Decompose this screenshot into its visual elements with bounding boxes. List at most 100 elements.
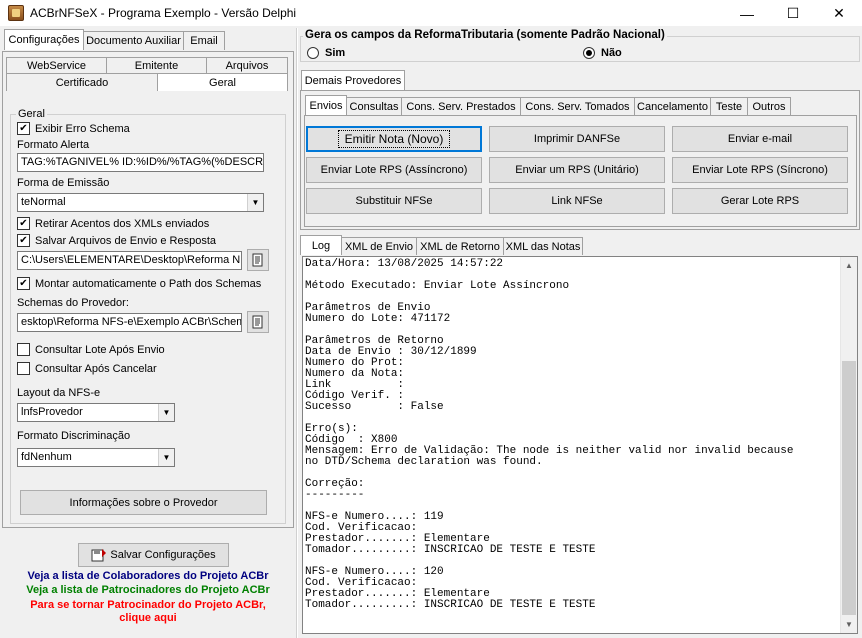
radio-sim-dot[interactable] [307,47,319,59]
consultar-lote-checkbox[interactable]: Consultar Lote Após Envio [17,343,165,356]
formato-discriminacao-label: Formato Discriminação [17,430,131,442]
salvar-arquivos-checkbox[interactable]: ✔ Salvar Arquivos de Envio e Resposta [17,234,216,247]
log-line: Correção: [305,478,365,490]
browse-path-button[interactable] [247,249,269,271]
link-nfse-button[interactable]: Link NFSe [489,188,665,214]
imprimir-danfse-button[interactable]: Imprimir DANFSe [489,126,665,152]
tab-teste[interactable]: Teste [710,97,748,115]
log-text: Data/Hora: 13/08/2025 14:57:22 Método Ex… [305,259,839,611]
log-memo[interactable]: Data/Hora: 13/08/2025 14:57:22 Método Ex… [302,256,858,634]
tab-cons-serv-prestados[interactable]: Cons. Serv. Prestados [401,97,521,115]
tab-email[interactable]: Email [183,31,225,50]
radio-nao-dot[interactable] [583,47,595,59]
forma-emissao-select[interactable]: teNormal ▼ [17,193,264,212]
chevron-down-icon[interactable]: ▼ [158,449,174,466]
tab-xml-envio[interactable]: XML de Envio [341,237,417,255]
minimize-button[interactable]: — [724,0,770,27]
chevron-down-icon[interactable]: ▼ [247,194,263,211]
browse-schemas-button[interactable] [247,311,269,333]
save-icon [91,549,107,562]
link-clique-aqui[interactable]: clique aqui [0,612,296,624]
checkbox-retirar-acentos[interactable]: ✔ [17,217,30,230]
schemas-provedor-input[interactable]: esktop\Reforma NFS-e\Exemplo ACBr\Schema… [17,313,242,332]
scroll-up-icon[interactable]: ▲ [841,257,857,274]
link-colaboradores[interactable]: Veja a lista de Colaboradores do Projeto… [0,570,296,582]
tab-cons-serv-tomados[interactable]: Cons. Serv. Tomados [520,97,635,115]
tab-geral[interactable]: Geral [157,73,288,91]
checkbox-consultar-cancelar[interactable] [17,362,30,375]
exibir-erro-schema-checkbox[interactable]: ✔ Exibir Erro Schema [17,122,130,135]
checkbox-exibir-erro[interactable]: ✔ [17,122,30,135]
action-tabs: Envios Consultas Cons. Serv. Prestados C… [305,95,791,115]
formato-alerta-label: Formato Alerta [17,139,90,151]
formato-discriminacao-select[interactable]: fdNenhum ▼ [17,448,175,467]
log-line: Sucesso : False [305,401,444,413]
tab-arquivos[interactable]: Arquivos [206,57,288,73]
tab-documento-auxiliar[interactable]: Documento Auxiliar [83,31,184,50]
scroll-down-icon[interactable]: ▼ [841,616,857,633]
tab-outros[interactable]: Outros [747,97,791,115]
tab-demais-provedores[interactable]: Demais Provedores [301,70,405,90]
tab-xml-retorno[interactable]: XML de Retorno [416,237,504,255]
tab-consultas[interactable]: Consultas [346,97,402,115]
splitter[interactable] [296,28,298,638]
folder-icon [252,253,263,267]
enviar-lote-assincrono-button[interactable]: Enviar Lote RPS (Assíncrono) [306,157,482,183]
radio-nao[interactable]: Não [583,47,622,59]
provider-tabs: Demais Provedores [301,70,405,90]
layout-nfse-label: Layout da NFS-e [17,387,101,399]
path-salvar-input[interactable]: C:\Users\ELEMENTARE\Desktop\Reforma NFS- [17,251,242,270]
config-subtabs-row1: WebService Emitente Arquivos [6,57,288,73]
emitir-nota-button[interactable]: Emitir Nota (Novo) [306,126,482,152]
log-line: Tomador.........: INSCRICAO DE TESTE E T… [305,599,596,611]
enviar-rps-unitario-button[interactable]: Enviar um RPS (Unitário) [489,157,665,183]
formato-alerta-input[interactable]: TAG:%TAGNIVEL% ID:%ID%/%TAG%(%DESCRI [17,153,264,172]
window-title: ACBrNFSeX - Programa Exemplo - Versão De… [30,6,297,20]
log-line: Numero do Lote: 471172 [305,313,451,325]
tab-configuracoes[interactable]: Configurações [4,29,84,50]
log-line: Data/Hora: 13/08/2025 14:57:22 [305,258,504,270]
config-subtabs-row2: Certificado Geral [6,73,288,91]
tab-envios[interactable]: Envios [305,95,347,115]
checkbox-montar-path[interactable]: ✔ [17,277,30,290]
montar-path-checkbox[interactable]: ✔ Montar automaticamente o Path dos Sche… [17,277,261,290]
tab-log[interactable]: Log [300,235,342,255]
chevron-down-icon[interactable]: ▼ [158,404,174,421]
layout-nfse-select[interactable]: lnfsProvedor ▼ [17,403,175,422]
log-line: no DTD/Schema declaration was found. [305,456,543,468]
tab-cancelamento[interactable]: Cancelamento [634,97,711,115]
schemas-provedor-label: Schemas do Provedor: [17,297,129,309]
scroll-thumb[interactable] [842,361,856,615]
info-provedor-button[interactable]: Informações sobre o Provedor [20,490,267,515]
checkbox-salvar-arquivos[interactable]: ✔ [17,234,30,247]
link-patrocinadores[interactable]: Veja a lista de Patrocinadores do Projet… [0,584,296,596]
enviar-lote-sincrono-button[interactable]: Enviar Lote RPS (Síncrono) [672,157,848,183]
close-button[interactable]: ✕ [816,0,862,27]
app-icon [8,5,24,21]
tab-webservice[interactable]: WebService [6,57,107,73]
config-tabs: Configurações Documento Auxiliar Email [4,29,225,50]
retirar-acentos-checkbox[interactable]: ✔ Retirar Acentos dos XMLs enviados [17,217,209,230]
log-scrollbar[interactable]: ▲ ▼ [840,257,857,633]
title-bar: ACBrNFSeX - Programa Exemplo - Versão De… [0,0,862,27]
reforma-title: Gera os campos da ReformaTributaria (som… [303,29,667,41]
link-tornar-patrocinador[interactable]: Para se tornar Patrocinador do Projeto A… [0,599,296,611]
log-line: Tomador.........: INSCRICAO DE TESTE E T… [305,544,596,556]
consultar-cancelar-checkbox[interactable]: Consultar Após Cancelar [17,362,157,375]
maximize-button[interactable]: ☐ [770,0,816,27]
log-line: Método Executado: Enviar Lote Assíncrono [305,280,570,292]
radio-sim[interactable]: Sim [307,47,345,59]
forma-emissao-label: Forma de Emissão [17,177,110,189]
enviar-email-button[interactable]: Enviar e-mail [672,126,848,152]
salvar-configuracoes-button[interactable]: Salvar Configurações [78,543,229,567]
gerar-lote-rps-button[interactable]: Gerar Lote RPS [672,188,848,214]
tab-xml-notas[interactable]: XML das Notas [503,237,583,255]
log-tabs: Log XML de Envio XML de Retorno XML das … [300,235,583,255]
log-line: --------- [305,489,365,501]
checkbox-consultar-lote[interactable] [17,343,30,356]
substituir-nfse-button[interactable]: Substituir NFSe [306,188,482,214]
tab-certificado[interactable]: Certificado [6,73,158,91]
tab-emitente[interactable]: Emitente [106,57,207,73]
